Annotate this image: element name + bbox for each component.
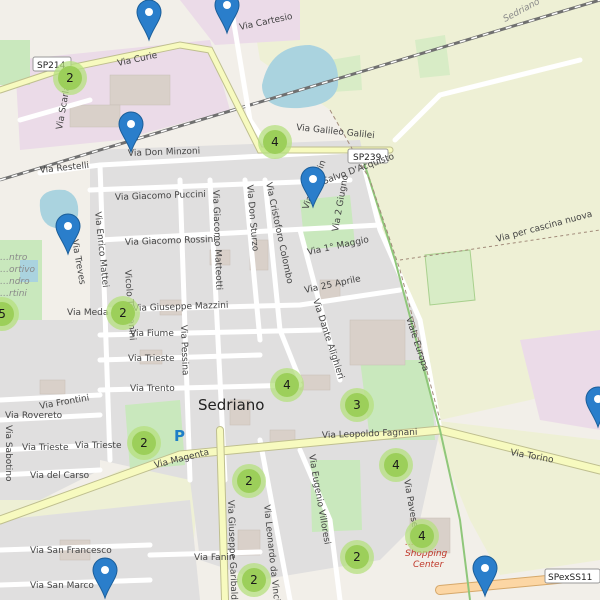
marker-cluster[interactable]: 2 (237, 563, 271, 597)
svg-text:Via San Marco: Via San Marco (30, 581, 94, 591)
marker-cluster[interactable]: 2 (340, 540, 374, 574)
road-shield-spexss11: SPexSS11 (544, 568, 600, 584)
cluster-count: 3 (353, 398, 361, 412)
cluster-count: 2 (353, 550, 361, 564)
town-label: Sedriano (198, 396, 264, 414)
svg-text:Via Rovereto: Via Rovereto (5, 411, 63, 421)
svg-text:Via Meda: Via Meda (67, 308, 108, 318)
svg-text:Via Trieste: Via Trieste (22, 443, 69, 453)
svg-text:…ntro: …ntro (0, 253, 28, 263)
pin-dot (481, 564, 489, 572)
cluster-count: 2 (250, 573, 258, 587)
svg-text:Center: Center (413, 560, 445, 570)
marker-cluster[interactable]: 2 (127, 426, 161, 460)
svg-text:Via Trieste: Via Trieste (128, 354, 175, 364)
pin-dot (309, 175, 317, 183)
pin-dot (64, 222, 72, 230)
cluster-count: 4 (283, 378, 291, 392)
marker-cluster[interactable]: 2 (232, 464, 266, 498)
svg-text:Via Trieste: Via Trieste (75, 441, 122, 451)
field-area (415, 35, 450, 78)
svg-text:Via Fanin: Via Fanin (194, 553, 235, 563)
pin-dot (145, 8, 153, 16)
cluster-count: 2 (245, 474, 253, 488)
svg-text:…ortivo: …ortivo (0, 265, 36, 275)
marker-cluster[interactable]: 2 (53, 61, 87, 95)
svg-text:P: P (174, 427, 185, 445)
svg-text:Via Trento: Via Trento (130, 384, 175, 394)
field-area (424, 249, 476, 306)
cluster-count: 4 (418, 529, 426, 543)
marker-cluster[interactable]: 4 (405, 519, 439, 553)
marker-cluster[interactable]: 4 (379, 448, 413, 482)
cluster-count: 5 (0, 307, 6, 321)
pin-dot (223, 1, 231, 9)
pin-dot (127, 120, 135, 128)
svg-text:Via Pessina: Via Pessina (178, 325, 190, 376)
marker-cluster[interactable]: 4 (258, 125, 292, 159)
marker-cluster[interactable]: 4 (270, 368, 304, 402)
parking-icon: P (174, 427, 185, 445)
svg-text:Via San Francesco: Via San Francesco (30, 546, 112, 556)
cluster-count: 2 (119, 306, 127, 320)
svg-text:Via del Carso: Via del Carso (30, 471, 90, 481)
cluster-count: 2 (66, 71, 74, 85)
map-canvas[interactable]: SP214 SP239 SPexSS11 Sedriano Sedriano V… (0, 0, 600, 600)
cluster-count: 4 (271, 135, 279, 149)
cluster-count: 4 (392, 458, 400, 472)
cluster-count: 2 (140, 436, 148, 450)
pin-dot (101, 566, 109, 574)
svg-text:Via Sabotino: Via Sabotino (3, 425, 13, 482)
marker-cluster[interactable]: 2 (106, 296, 140, 330)
marker-cluster[interactable]: 3 (340, 388, 374, 422)
svg-text:SPexSS11: SPexSS11 (548, 573, 592, 583)
svg-text:…ndro: …ndro (0, 277, 30, 287)
